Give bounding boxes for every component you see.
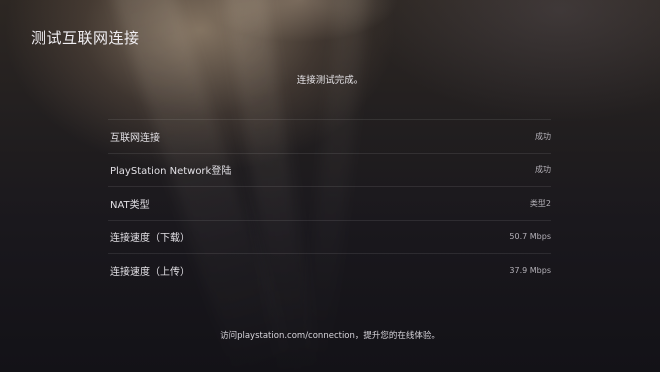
result-value: 50.7 Mbps xyxy=(509,232,551,242)
result-value: 37.9 Mbps xyxy=(509,265,551,275)
result-label: 互联网连接 xyxy=(110,132,160,144)
result-label: 连接速度（上传） xyxy=(110,266,190,278)
result-label: PlayStation Network登陆 xyxy=(110,166,232,178)
result-row-upload-speed: 连接速度（上传） 37.9 Mbps xyxy=(108,253,551,287)
result-label: 连接速度（下载） xyxy=(110,233,190,245)
page-title: 测试互联网连接 xyxy=(31,29,140,47)
result-row-download-speed: 连接速度（下载） 50.7 Mbps xyxy=(108,219,551,254)
result-value: 成功 xyxy=(535,131,551,141)
connection-test-screen: 测试互联网连接 连接测试完成。 互联网连接 成功 PlayStation Net… xyxy=(0,0,660,372)
result-label: NAT类型 xyxy=(110,199,150,211)
result-value: 类型2 xyxy=(529,198,551,208)
result-row-psn-signin: PlayStation Network登陆 成功 xyxy=(108,152,551,187)
result-row-internet-connection: 互联网连接 成功 xyxy=(108,119,551,153)
results-list: 互联网连接 成功 PlayStation Network登陆 成功 NAT类型 … xyxy=(108,119,551,287)
footer-help-text: 访问playstation.com/connection，提升您的在线体验。 xyxy=(220,331,440,341)
result-value: 成功 xyxy=(535,165,551,175)
status-message: 连接测试完成。 xyxy=(296,75,364,86)
result-row-nat-type: NAT类型 类型2 xyxy=(108,186,551,220)
